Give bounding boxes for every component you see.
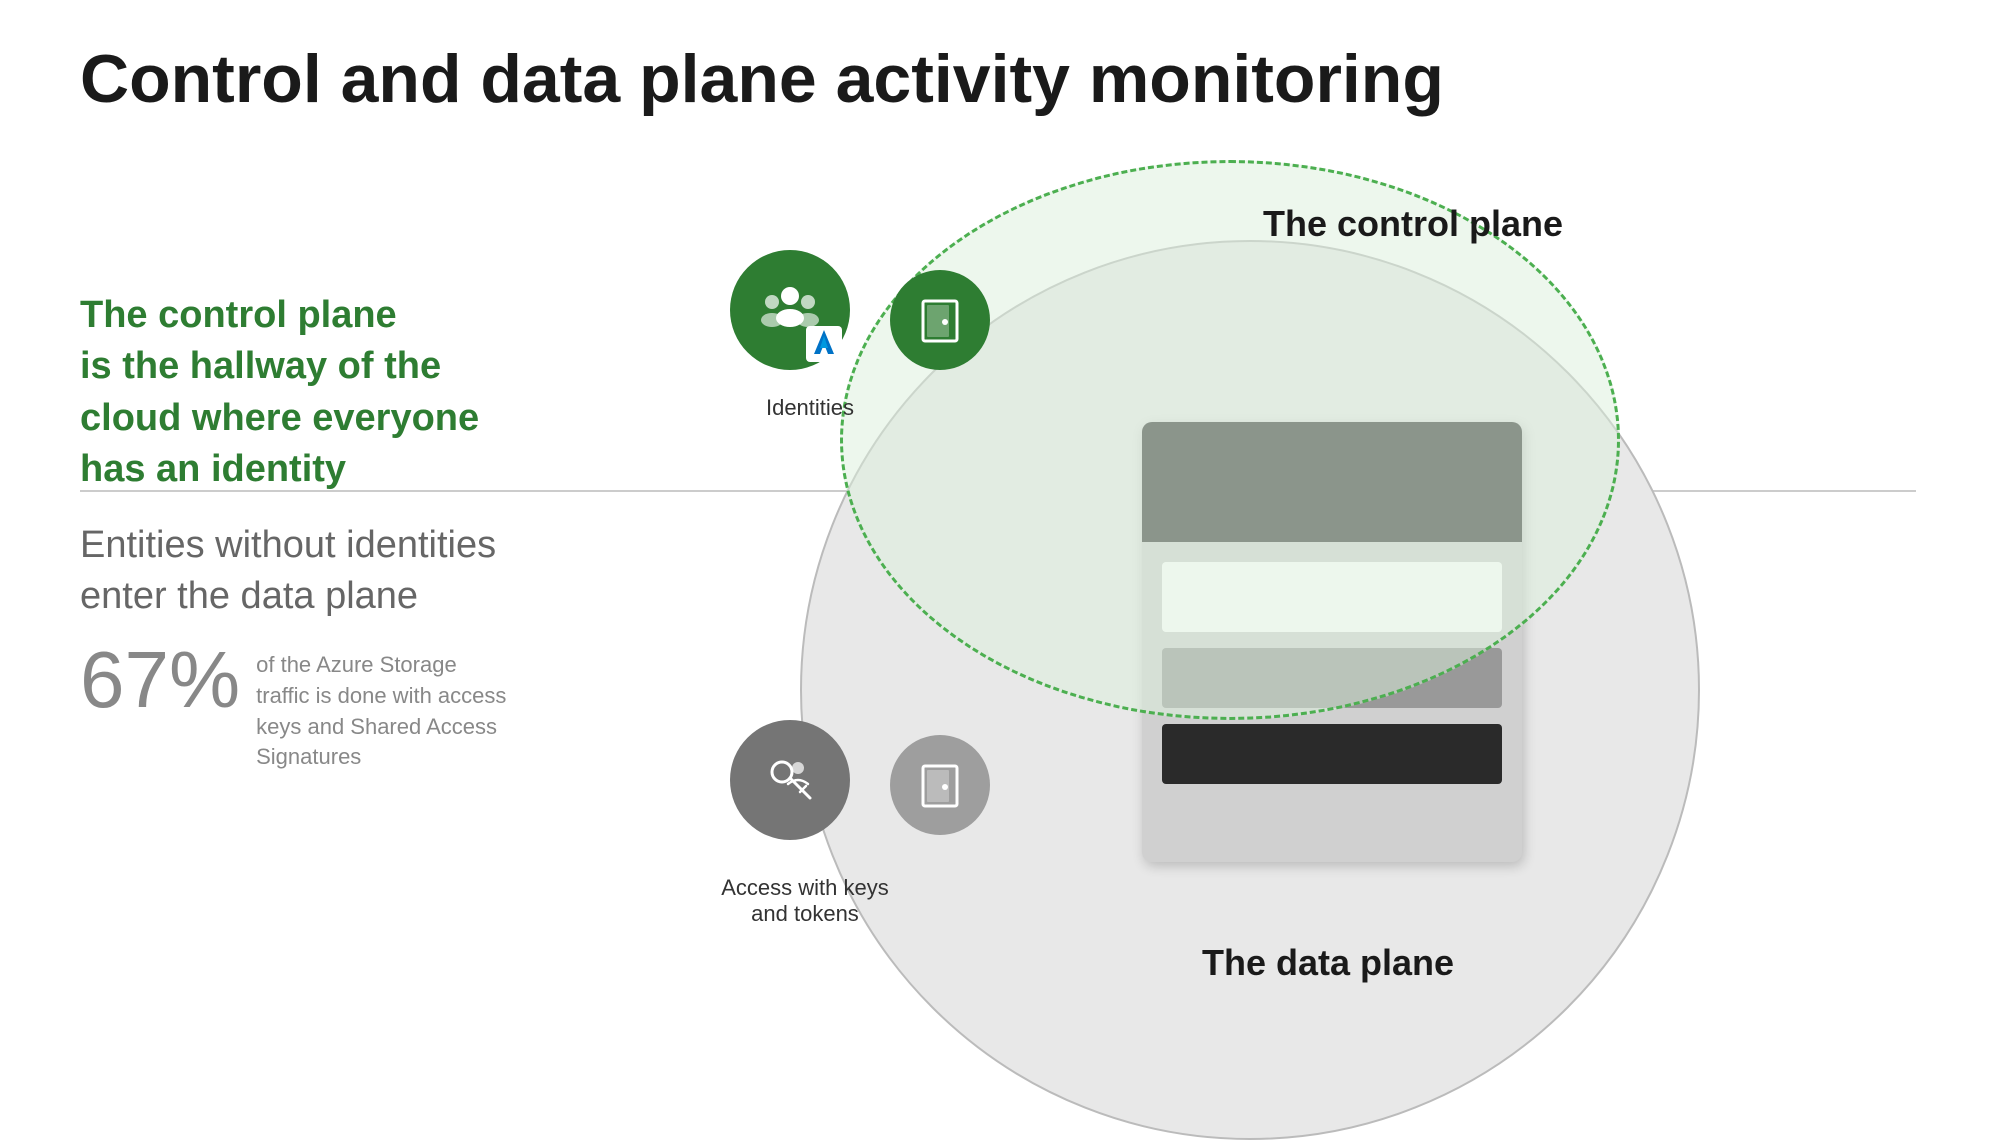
cp-line4: has an identity [80,448,346,490]
identities-label: Identities [710,395,910,421]
identities-large-icon-circle [730,250,850,370]
azure-badge [806,326,842,362]
door-icon-gray [915,760,965,810]
data-plane-label: The data plane [1202,942,1454,984]
device-dark-bar [1162,724,1502,784]
cp-line2: is the hallway of the [80,345,441,387]
data-plane-description: Entities without identities enter the da… [80,520,496,623]
access-label-text: Access with keys and tokens [721,875,889,926]
cp-line3: cloud where everyone [80,397,479,439]
door-icon-green [915,295,965,345]
access-keys-label: Access with keys and tokens [690,875,920,927]
door-icon-circle-green [890,270,990,370]
diagram-area: The data plane The control plane [680,160,1920,1020]
page-title: Control and data plane activity monitori… [80,40,1444,118]
control-plane-label: The control plane [1263,203,1563,245]
control-plane-circle: The control plane [840,160,1620,720]
stat-description: of the Azure Storage traffic is done wit… [256,650,516,773]
keys-icon [760,750,820,810]
dp-line2: enter the data plane [80,575,418,617]
stat-container: 67% of the Azure Storage traffic is done… [80,640,516,773]
access-keys-large-icon-circle [730,720,850,840]
control-plane-description: The control plane is the hallway of the … [80,290,479,495]
dp-line1: Entities without identities [80,524,496,566]
door-icon-circle-gray [890,735,990,835]
stat-percent: 67% [80,640,240,720]
cp-line1: The control plane [80,294,397,336]
